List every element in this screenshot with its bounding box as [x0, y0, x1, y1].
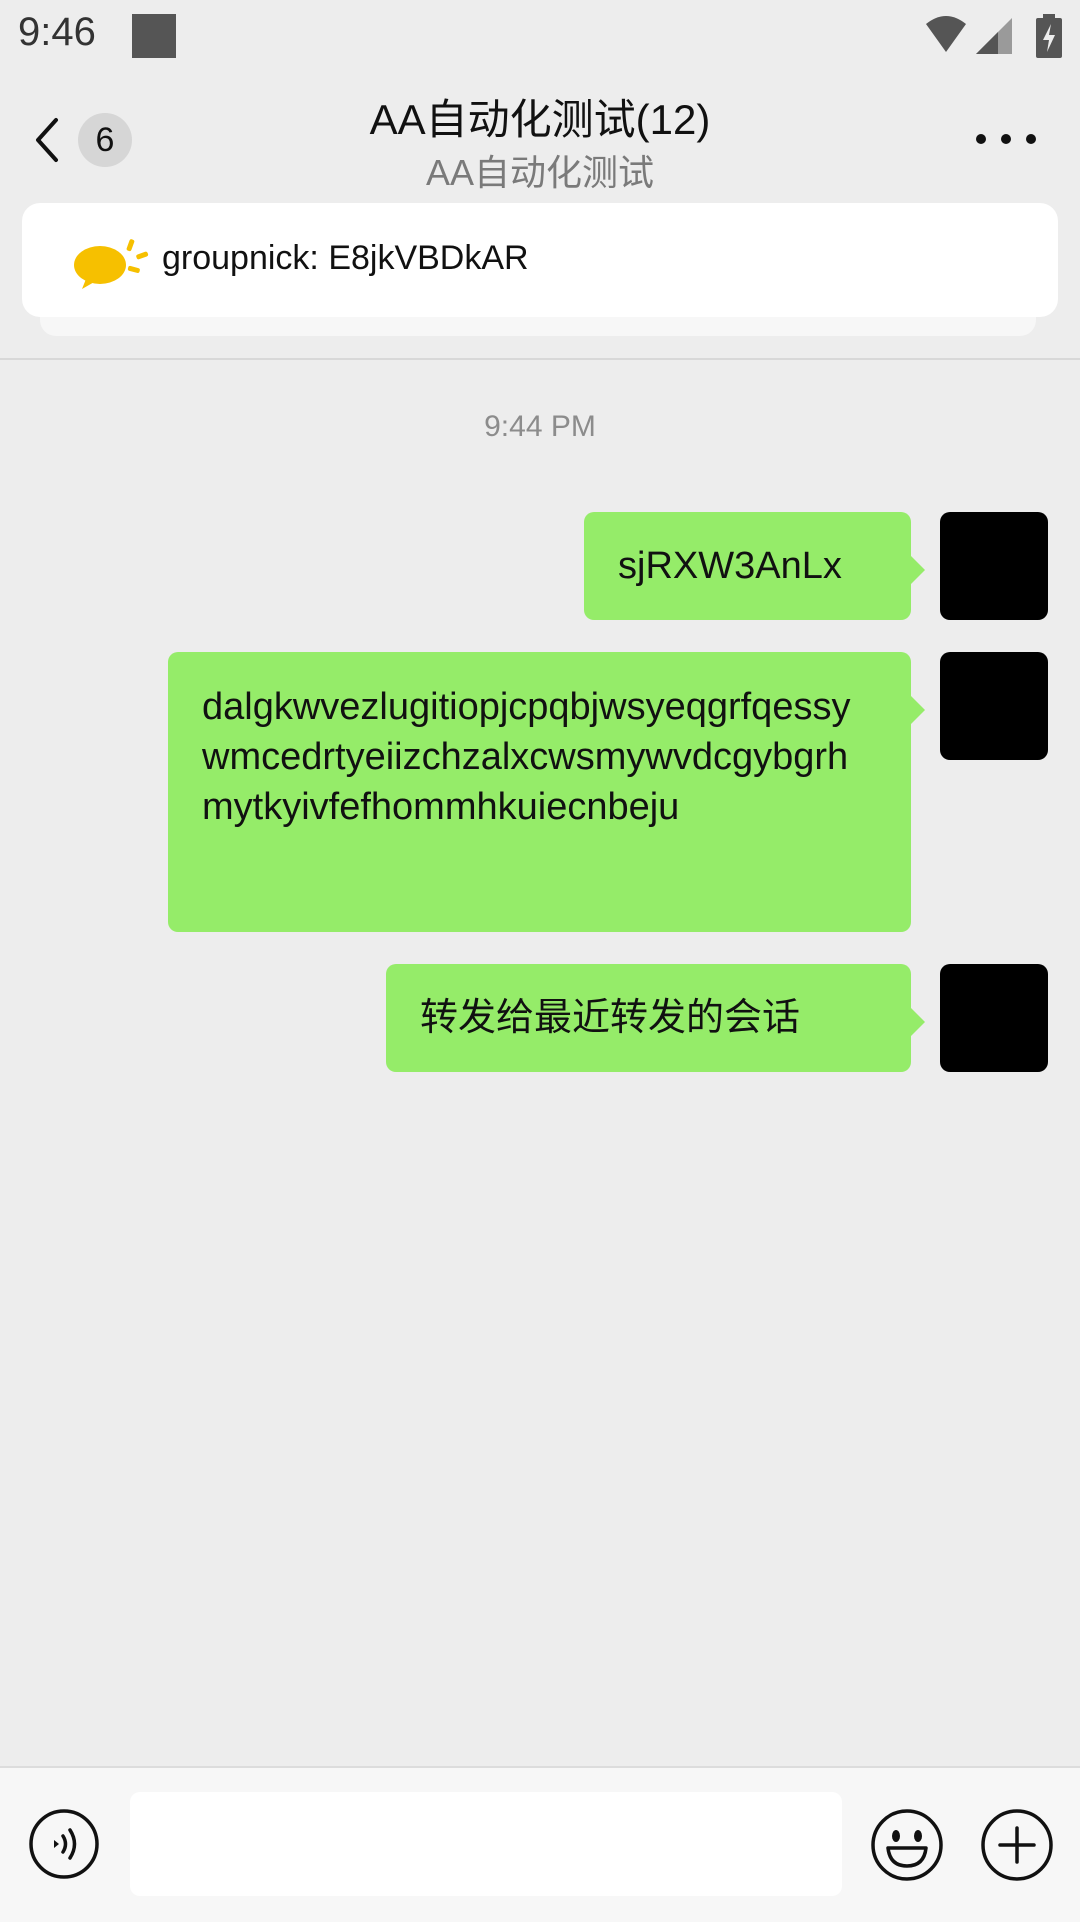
notice-text: groupnick: E8jkVBDkAR [162, 239, 529, 277]
notification-icon [132, 14, 176, 58]
emoji-icon[interactable] [870, 1808, 944, 1882]
battery-charging-icon [1036, 14, 1062, 58]
signal-icon [976, 18, 1012, 54]
avatar[interactable] [940, 964, 1048, 1072]
input-bar [0, 1766, 1080, 1922]
message-timestamp: 9:44 PM [484, 410, 596, 443]
group-notice-card[interactable]: groupnick: E8jkVBDkAR [22, 203, 1058, 317]
header-divider [0, 358, 1080, 360]
more-options-button[interactable] [976, 124, 1036, 154]
dot-icon [976, 134, 986, 144]
message-bubble-sent[interactable]: 转发给最近转发的会话 [386, 964, 925, 1072]
avatar[interactable] [940, 512, 1048, 620]
avatar[interactable] [940, 652, 1048, 760]
message-bubble-sent[interactable]: dalgkwvezlugitiopjcpqbjwsyeqgrfqessywmce… [168, 652, 925, 932]
add-plus-icon[interactable] [980, 1808, 1054, 1882]
dot-icon [1026, 134, 1036, 144]
status-time: 9:46 [18, 10, 96, 54]
announcement-icon [74, 239, 149, 289]
chat-title: AA自动化测试(12) [369, 96, 711, 143]
wifi-icon [926, 16, 966, 52]
status-bar: 9:46 [0, 0, 1080, 72]
chat-header: 6 AA自动化测试(12) AA自动化测试 [0, 72, 1080, 200]
dot-icon [1001, 134, 1011, 144]
voice-input-icon[interactable] [28, 1808, 100, 1880]
message-input[interactable] [130, 1792, 842, 1896]
chat-subtitle: AA自动化测试 [425, 152, 655, 193]
message-bubble-sent[interactable]: sjRXW3AnLx [584, 512, 925, 620]
